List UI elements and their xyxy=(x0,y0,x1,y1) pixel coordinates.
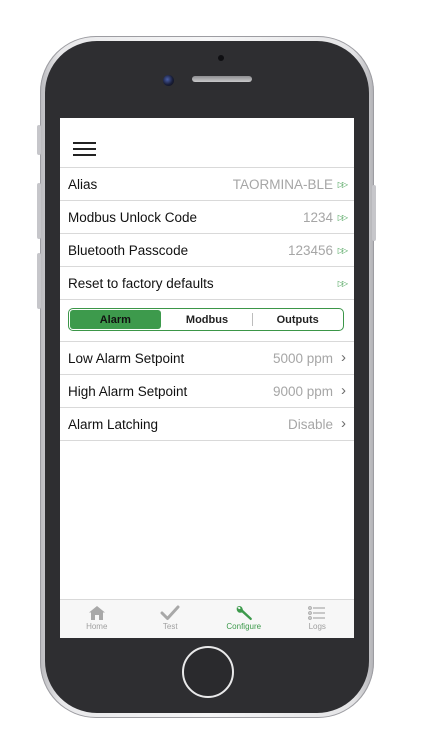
row-value: 5000 ppm xyxy=(272,350,333,366)
chevron-right-icon: › xyxy=(341,415,346,432)
house-icon xyxy=(88,606,105,620)
earpiece-speaker xyxy=(192,76,252,82)
row-label: Bluetooth Passcode xyxy=(68,242,189,258)
segment-modbus[interactable]: Modbus xyxy=(162,309,253,330)
alarm-latching-row[interactable]: Alarm Latching Disable › xyxy=(60,408,354,441)
tab-label: Home xyxy=(86,622,108,631)
reset-factory-defaults-row[interactable]: Reset to factory defaults ▷▷ xyxy=(60,267,354,300)
row-label: High Alarm Setpoint xyxy=(68,383,188,399)
app-screen: Alias TAORMINA-BLE ▷▷ Modbus Unlock Code… xyxy=(60,118,354,638)
segment-container: Alarm Modbus Outputs xyxy=(60,300,354,342)
tab-configure[interactable]: Configure xyxy=(207,600,281,638)
proximity-sensor xyxy=(218,55,224,61)
row-label: Modbus Unlock Code xyxy=(68,209,198,225)
tab-bar: Home Test Configure Logs xyxy=(60,599,354,638)
segment-alarm[interactable]: Alarm xyxy=(70,310,161,329)
double-arrow-icon: ▷▷ xyxy=(337,212,348,222)
double-arrow-icon: ▷▷ xyxy=(337,179,348,189)
list-icon xyxy=(308,606,326,620)
settings-list: Alias TAORMINA-BLE ▷▷ Modbus Unlock Code… xyxy=(60,168,354,300)
hamburger-menu-icon[interactable] xyxy=(73,142,96,156)
low-alarm-setpoint-row[interactable]: Low Alarm Setpoint 5000 ppm › xyxy=(60,342,354,375)
tab-label: Configure xyxy=(226,622,262,631)
chevron-right-icon: › xyxy=(341,349,346,366)
row-value: 123456 xyxy=(287,242,333,258)
double-arrow-icon: ▷▷ xyxy=(337,245,348,255)
row-label: Alarm Latching xyxy=(68,416,159,432)
row-value: Disable xyxy=(287,416,333,432)
high-alarm-setpoint-row[interactable]: High Alarm Setpoint 9000 ppm › xyxy=(60,375,354,408)
top-bar xyxy=(60,118,354,168)
modbus-unlock-code-row[interactable]: Modbus Unlock Code 1234 ▷▷ xyxy=(60,201,354,234)
front-camera-icon xyxy=(163,75,174,86)
row-label: Reset to factory defaults xyxy=(68,275,214,291)
tab-label: Logs xyxy=(308,622,326,631)
wrench-icon xyxy=(236,606,252,621)
tab-logs[interactable]: Logs xyxy=(281,600,355,638)
segmented-control: Alarm Modbus Outputs xyxy=(68,308,344,331)
bluetooth-passcode-row[interactable]: Bluetooth Passcode 123456 ▷▷ xyxy=(60,234,354,267)
double-arrow-icon: ▷▷ xyxy=(337,278,348,288)
power-button xyxy=(372,185,376,241)
checkmark-icon xyxy=(160,605,180,620)
row-value: TAORMINA-BLE xyxy=(232,176,333,192)
alarm-list: Low Alarm Setpoint 5000 ppm › High Alarm… xyxy=(60,342,354,441)
mute-switch xyxy=(37,125,41,155)
alias-row[interactable]: Alias TAORMINA-BLE ▷▷ xyxy=(60,168,354,201)
volume-up-button xyxy=(37,183,41,239)
volume-down-button xyxy=(37,253,41,309)
row-value: 1234 xyxy=(302,209,333,225)
tab-label: Test xyxy=(162,622,178,631)
segment-outputs[interactable]: Outputs xyxy=(252,309,343,330)
row-value: 9000 ppm xyxy=(272,383,333,399)
chevron-right-icon: › xyxy=(341,382,346,399)
row-label: Alias xyxy=(68,176,98,192)
tab-home[interactable]: Home xyxy=(60,600,134,638)
tab-test[interactable]: Test xyxy=(134,600,208,638)
row-label: Low Alarm Setpoint xyxy=(68,350,185,366)
home-button[interactable] xyxy=(182,646,234,698)
